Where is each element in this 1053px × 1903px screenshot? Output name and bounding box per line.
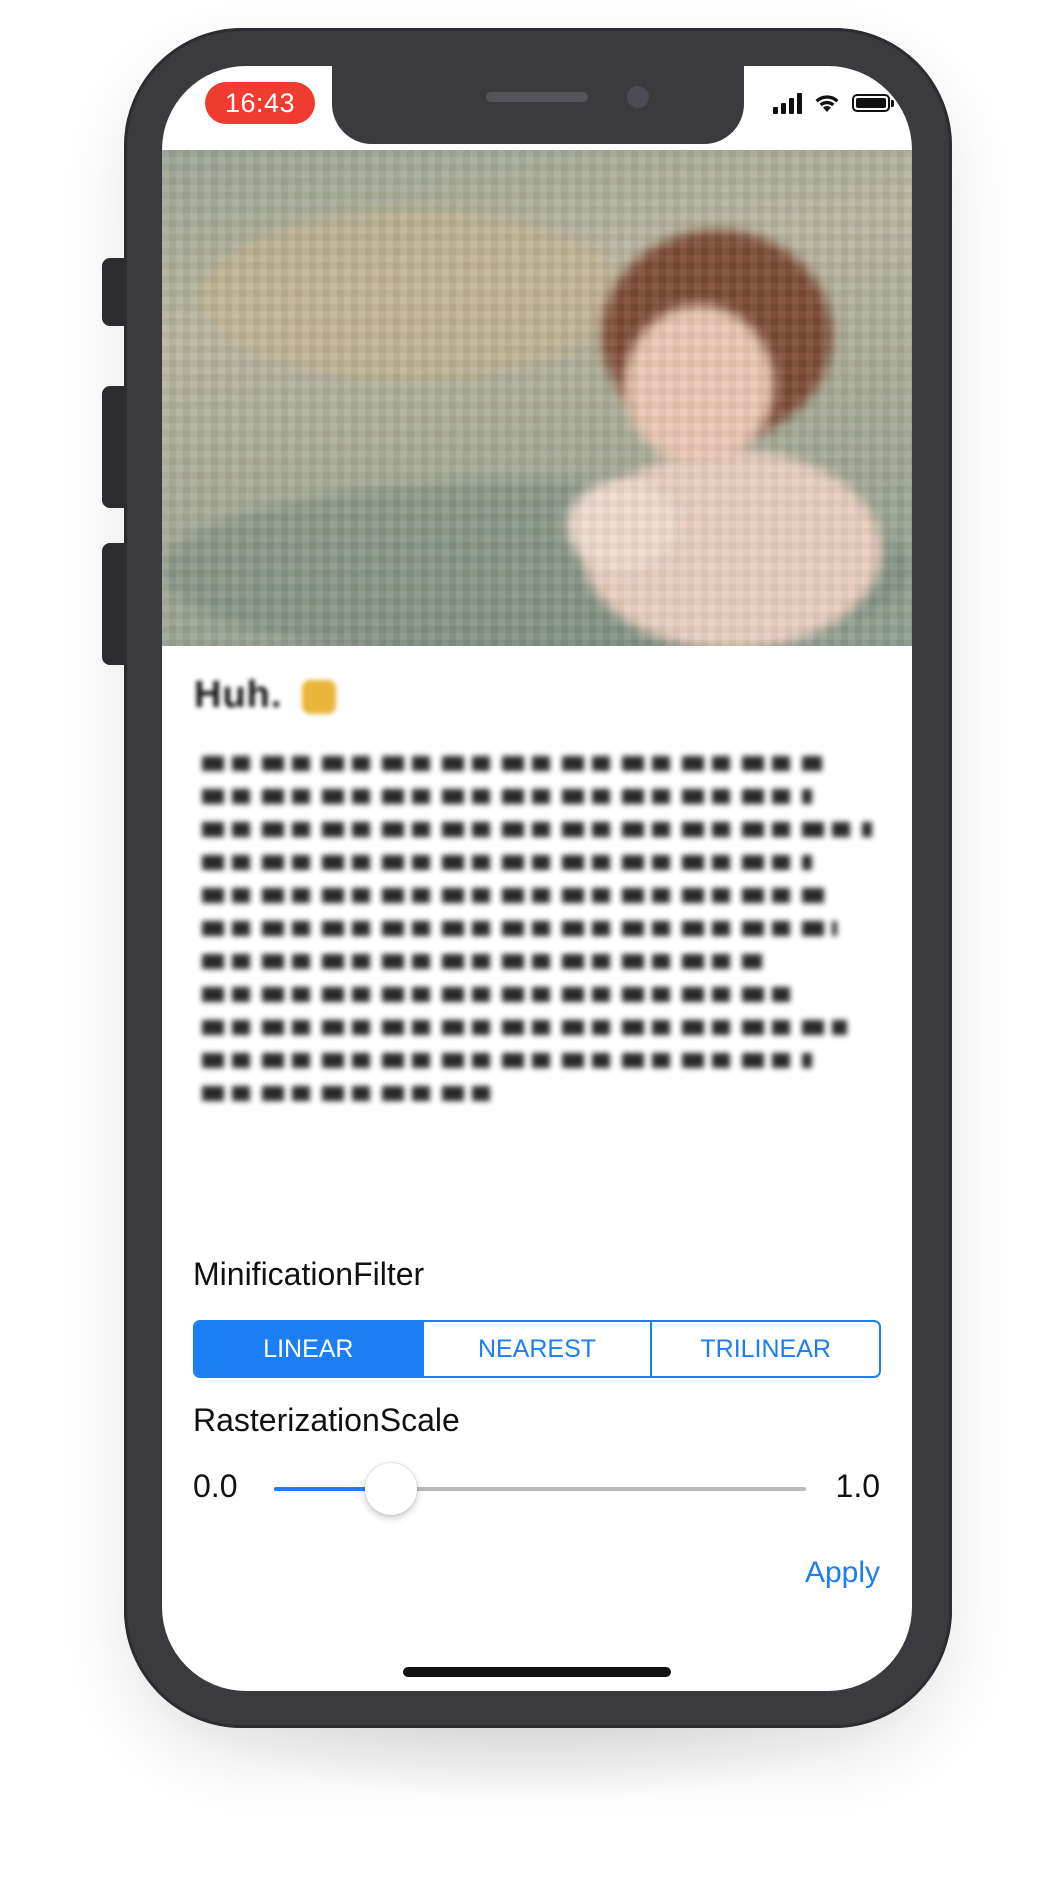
slider-max-label: 1.0 (835, 1468, 880, 1504)
segment-nearest[interactable]: NEAREST (424, 1322, 653, 1376)
cellular-signal-icon (773, 92, 802, 114)
rasterization-scale-slider[interactable] (274, 1463, 806, 1515)
phone-screen: 16:43 Huh. MinificationFilter LINEAR NEA… (162, 66, 912, 1691)
status-icons (773, 88, 894, 118)
hero-image (162, 150, 912, 646)
minification-filter-label: MinificationFilter (193, 1256, 425, 1292)
home-indicator[interactable] (403, 1667, 671, 1677)
status-time: 16:43 (205, 82, 315, 124)
battery-icon (852, 94, 894, 112)
minification-filter-segmented-control: LINEAR NEAREST TRILINEAR (193, 1320, 881, 1378)
segment-trilinear[interactable]: TRILINEAR (652, 1322, 879, 1376)
segment-linear[interactable]: LINEAR (195, 1322, 424, 1376)
slider-min-label: 0.0 (193, 1468, 238, 1504)
slider-thumb[interactable] (365, 1463, 418, 1515)
wifi-icon (815, 95, 839, 112)
article-title-text: Huh. (194, 674, 283, 716)
article-title: Huh. (194, 674, 336, 717)
emoji-icon (302, 679, 336, 714)
rasterization-scale-label: RasterizationScale (193, 1402, 460, 1438)
notch (332, 66, 744, 144)
apply-button[interactable]: Apply (805, 1556, 880, 1590)
speaker-grille (486, 92, 588, 102)
article-body-pixelated (202, 756, 882, 1119)
front-camera (627, 86, 649, 108)
